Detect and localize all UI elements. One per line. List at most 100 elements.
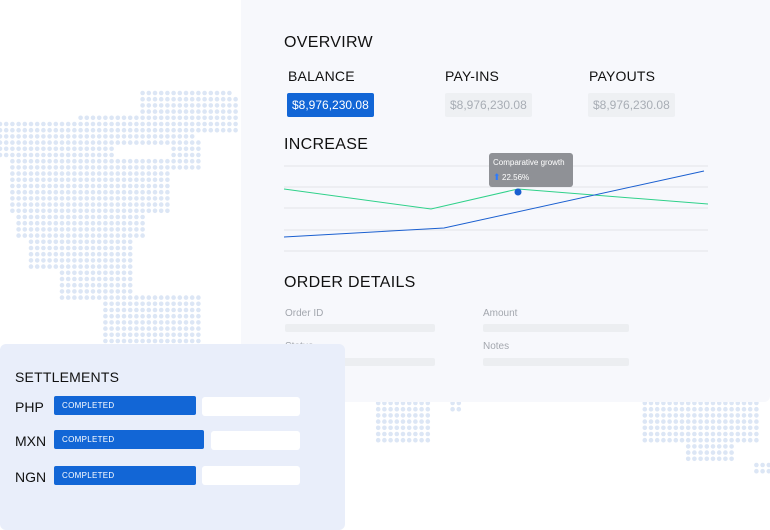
- status-badge[interactable]: COMPLETED: [54, 396, 196, 415]
- map-dot: [400, 413, 406, 418]
- map-dot: [165, 320, 170, 325]
- map-dot: [34, 239, 40, 245]
- map-dot: [41, 177, 46, 183]
- map-dot: [692, 419, 697, 424]
- amount-label: Amount: [483, 308, 518, 319]
- map-dot: [28, 220, 34, 226]
- notes-field[interactable]: [483, 358, 629, 366]
- overview-card: OVERVIRW BALANCE PAY-INS PAYOUTS $8,976,…: [241, 0, 770, 402]
- map-dot: [16, 152, 21, 158]
- map-dot: [34, 146, 40, 152]
- map-dot: [72, 146, 77, 152]
- map-dot: [103, 326, 108, 331]
- map-dot: [698, 444, 703, 449]
- map-dot: [741, 425, 747, 431]
- map-dot: [65, 165, 71, 170]
- map-dot: [65, 134, 71, 139]
- map-dot: [72, 183, 77, 189]
- map-dot: [698, 419, 703, 424]
- map-dot: [685, 425, 691, 431]
- order-id-field[interactable]: [285, 324, 435, 332]
- map-dot: [375, 419, 381, 424]
- map-dot: [140, 96, 145, 102]
- map-dot: [413, 431, 418, 437]
- map-dot: [134, 332, 139, 338]
- map-dot: [406, 419, 412, 424]
- map-dot: [78, 289, 83, 294]
- map-dot: [10, 202, 15, 207]
- settlements-title: SETTLEMENTS: [15, 369, 120, 385]
- map-dot: [115, 320, 121, 325]
- map-dot: [146, 121, 152, 127]
- map-dot: [41, 196, 46, 201]
- map-dot: [406, 406, 412, 412]
- map-dot: [146, 134, 152, 139]
- map-dot: [90, 146, 96, 152]
- map-dot: [28, 196, 34, 201]
- map-dot: [196, 326, 201, 331]
- map-dot: [158, 326, 164, 331]
- map-dot: [53, 258, 59, 263]
- map-dot: [90, 183, 96, 189]
- map-dot: [115, 158, 121, 164]
- amount-field[interactable]: [483, 324, 629, 332]
- map-dot: [698, 406, 703, 412]
- map-dot: [47, 220, 52, 226]
- map-dot: [183, 140, 189, 145]
- map-dot: [121, 171, 127, 176]
- map-dot: [189, 146, 195, 152]
- map-dot: [103, 220, 108, 226]
- map-dot: [723, 437, 728, 443]
- map-dot: [127, 301, 133, 307]
- map-dot: [134, 202, 139, 207]
- highlight-point: [514, 188, 522, 196]
- map-dot: [65, 282, 71, 288]
- map-dot: [140, 134, 145, 139]
- map-dot: [171, 140, 176, 145]
- map-dot: [419, 425, 424, 431]
- map-dot: [22, 127, 28, 133]
- map-dot: [41, 239, 46, 245]
- map-dot: [53, 251, 59, 257]
- map-dot: [59, 233, 65, 238]
- map-dot: [59, 171, 65, 176]
- map-dot: [65, 270, 71, 276]
- map-dot: [10, 183, 15, 189]
- status-badge[interactable]: COMPLETED: [54, 466, 196, 485]
- map-dot: [47, 251, 52, 257]
- map-dot: [171, 326, 176, 331]
- map-dot: [109, 332, 114, 338]
- map-dot: [59, 251, 65, 257]
- map-dot: [146, 332, 152, 338]
- balance-value[interactable]: $8,976,230.08: [287, 93, 374, 117]
- map-dot: [171, 96, 176, 102]
- map-dot: [716, 437, 722, 443]
- map-dot: [22, 196, 28, 201]
- payouts-value[interactable]: $8,976,230.08: [588, 93, 675, 117]
- map-dot: [90, 264, 96, 269]
- map-dot: [10, 140, 15, 145]
- map-dot: [121, 276, 127, 282]
- map-dot: [90, 196, 96, 201]
- pay-ins-value[interactable]: $8,976,230.08: [445, 93, 532, 117]
- map-dot: [654, 431, 660, 437]
- map-dot: [158, 165, 164, 170]
- map-dot: [140, 90, 145, 96]
- map-dot: [171, 90, 176, 96]
- map-dot: [227, 115, 232, 121]
- map-dot: [121, 140, 127, 145]
- map-dot: [109, 295, 114, 300]
- map-dot: [121, 177, 127, 183]
- status-badge[interactable]: COMPLETED: [54, 430, 204, 449]
- map-dot: [47, 127, 52, 133]
- currency-label: MXN: [15, 433, 47, 449]
- map-dot: [140, 202, 145, 207]
- map-dot: [152, 313, 158, 319]
- map-dot: [177, 295, 183, 300]
- map-dot: [127, 332, 133, 338]
- map-dot: [22, 183, 28, 189]
- map-dot: [127, 115, 133, 121]
- map-dot: [96, 196, 102, 201]
- map-dot: [716, 419, 722, 424]
- map-dot: [34, 264, 40, 269]
